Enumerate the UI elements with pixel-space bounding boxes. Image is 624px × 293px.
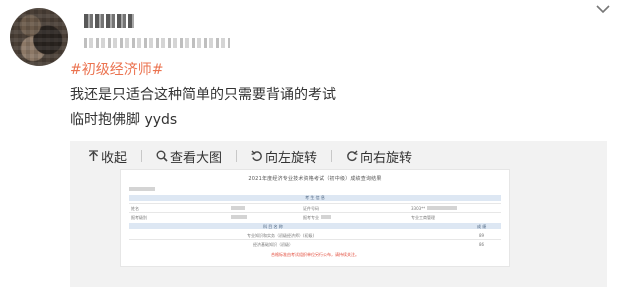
subject-2-score: 86	[479, 242, 485, 247]
rotate-left-icon	[251, 150, 262, 162]
score-header-band	[129, 223, 501, 229]
media-toolbar: 收起 查看大图 向左旋转 向右旋转	[88, 145, 426, 167]
collapse-button[interactable]: 收起	[88, 147, 127, 166]
row-divider	[129, 239, 501, 240]
section-header-band: 考 生 信 息	[129, 195, 501, 201]
rotate-right-button[interactable]: 向右旋转	[346, 147, 412, 166]
redacted-major	[321, 215, 331, 219]
hashtag-link[interactable]: #初级经济师#	[70, 58, 336, 83]
redacted-level	[231, 215, 247, 219]
major-value: 专业工商管理	[411, 215, 435, 220]
post-line-1: 我还是只适合这种简单的只需要背诵的考试	[70, 87, 336, 103]
redacted-id-number	[427, 206, 457, 210]
media-panel: 收起 查看大图 向左旋转 向右旋转 2021年度经济专业技术资格考试（初中级）成…	[70, 141, 607, 287]
subject-header: 科 目 名 称	[263, 224, 283, 229]
row-divider	[129, 212, 501, 213]
rotate-left-button[interactable]: 向左旋转	[251, 147, 317, 166]
subject-1-score: 89	[479, 233, 485, 238]
collapse-arrow-icon	[89, 150, 98, 161]
score-header: 成 绩	[477, 224, 487, 229]
report-title: 2021年度经济专业技术资格考试（初中级）成绩查询结果	[248, 176, 382, 182]
collapse-label: 收起	[101, 150, 128, 166]
toolbar-divider	[236, 150, 238, 162]
view-large-button[interactable]: 查看大图	[156, 147, 222, 166]
rotate-left-label: 向左旋转	[265, 150, 318, 166]
post-text: #初级经济师# 我还是只适合这种简单的只需要背诵的考试 临时抱佛脚 yyds	[70, 58, 336, 133]
row-divider	[129, 203, 501, 204]
id-value: 3303**	[411, 206, 426, 211]
username-blurred[interactable]	[84, 14, 134, 28]
section-header: 考 生 信 息	[305, 195, 325, 200]
subject-2-name: 经济基础知识（初级）	[253, 242, 293, 247]
avatar[interactable]	[10, 8, 68, 66]
post-line-2: 临时抱佛脚 yyds	[70, 112, 178, 128]
redacted-id	[129, 187, 155, 191]
post-meta-blurred	[84, 38, 230, 48]
toolbar-divider	[141, 150, 143, 162]
magnifier-icon	[156, 150, 168, 162]
report-warning: 合格标准由考试组织单位另行公布，请持续关注。	[271, 252, 359, 257]
rotate-right-label: 向右旋转	[360, 150, 413, 166]
chevron-down-icon[interactable]	[594, 2, 612, 16]
score-report-image[interactable]: 2021年度经济专业技术资格考试（初中级）成绩查询结果 考 生 信 息 姓名 证…	[120, 169, 510, 267]
view-large-label: 查看大图	[170, 150, 223, 166]
redacted-name	[231, 206, 245, 210]
rotate-right-icon	[347, 150, 358, 162]
level-label: 报考级别	[131, 215, 147, 220]
toolbar-divider	[331, 150, 333, 162]
major-label: 报考专业	[303, 215, 319, 220]
